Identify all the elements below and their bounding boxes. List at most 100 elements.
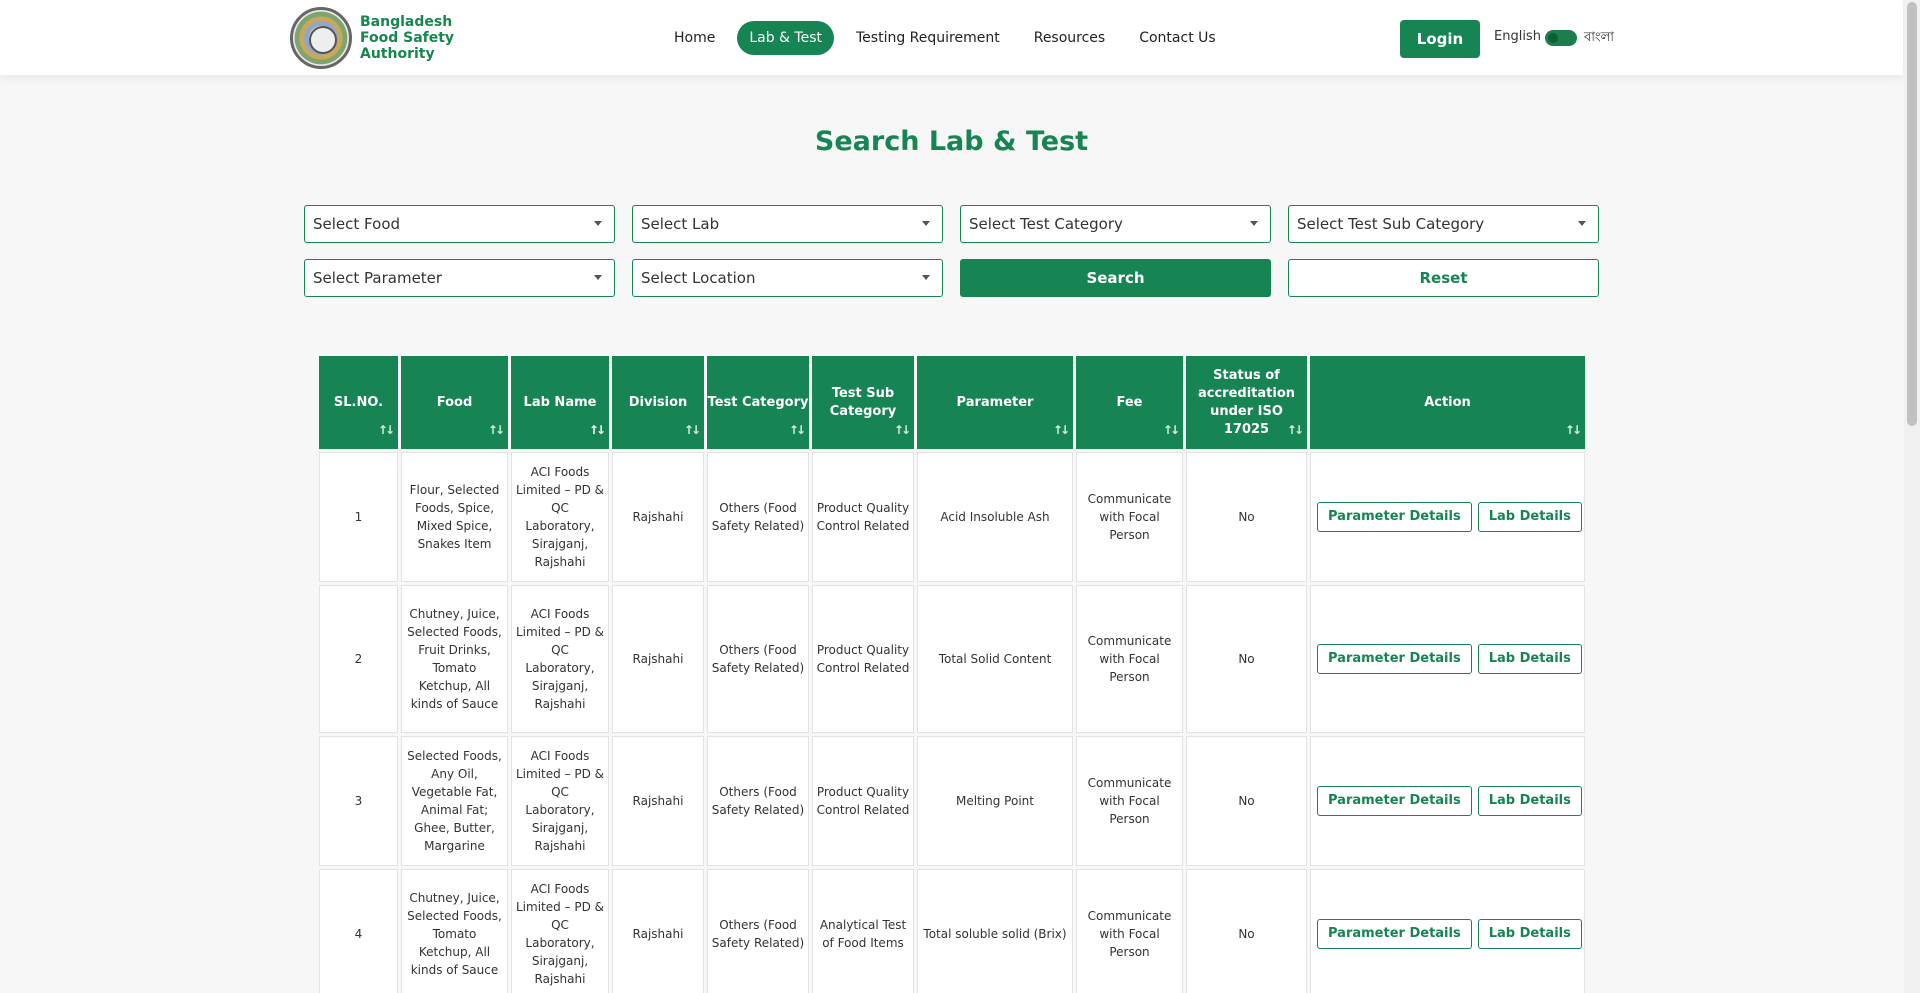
chevron-down-icon <box>1578 221 1586 226</box>
login-button[interactable]: Login <box>1400 20 1480 58</box>
header-division[interactable]: Division ↑↓ <box>612 356 704 449</box>
lab-details-button[interactable]: Lab Details <box>1477 786 1582 816</box>
chevron-down-icon <box>1250 221 1258 226</box>
test-category-select[interactable]: Select Test Category <box>960 205 1271 243</box>
nav-resources[interactable]: Resources <box>1022 21 1118 55</box>
brand-link[interactable]: Bangladesh Food Safety Authority <box>290 7 490 69</box>
cell-fee: Communicate with Focal Person <box>1076 869 1183 993</box>
nav-testing-requirement[interactable]: Testing Requirement <box>844 21 1012 55</box>
parameter-details-button[interactable]: Parameter Details <box>1317 502 1472 532</box>
table-row: 4 Chutney, Juice, Selected Foods, Tomato… <box>319 869 1585 993</box>
header-parameter[interactable]: Parameter ↑↓ <box>917 356 1073 449</box>
cell-lab-name: ACI Foods Limited – PD & QC Laboratory, … <box>511 869 609 993</box>
cell-accreditation-status: No <box>1186 585 1307 733</box>
bfsa-logo <box>290 7 352 69</box>
sort-arrows-icon[interactable]: ↑↓ <box>1565 421 1582 439</box>
header-test-category[interactable]: Test Category ↑↓ <box>707 356 809 449</box>
header-action[interactable]: Action ↑↓ <box>1310 356 1585 449</box>
cell-lab-name: ACI Foods Limited – PD & QC Laboratory, … <box>511 585 609 733</box>
parameter-details-button[interactable]: Parameter Details <box>1317 786 1472 816</box>
cell-action: Parameter Details Lab Details <box>1310 452 1585 582</box>
cell-division: Rajshahi <box>612 869 704 993</box>
header-fee[interactable]: Fee ↑↓ <box>1076 356 1183 449</box>
nav-home[interactable]: Home <box>662 21 727 55</box>
sort-arrows-icon[interactable]: ↑↓ <box>684 421 701 439</box>
cell-action: Parameter Details Lab Details <box>1310 869 1585 993</box>
cell-parameter: Total Solid Content <box>917 585 1073 733</box>
sort-arrows-icon[interactable]: ↑↓ <box>488 421 505 439</box>
main-nav: Home Lab & Test Testing Requirement Reso… <box>662 21 1228 55</box>
sort-arrows-icon[interactable]: ↑↓ <box>894 421 911 439</box>
search-button[interactable]: Search <box>960 259 1271 297</box>
table-row: 2 Chutney, Juice, Selected Foods, Fruit … <box>319 585 1585 733</box>
location-select[interactable]: Select Location <box>632 259 943 297</box>
cell-division: Rajshahi <box>612 452 704 582</box>
nav-contact-us[interactable]: Contact Us <box>1127 21 1227 55</box>
sort-arrows-icon[interactable]: ↑↓ <box>378 421 395 439</box>
cell-accreditation-status: No <box>1186 736 1307 866</box>
cell-lab-name: ACI Foods Limited – PD & QC Laboratory, … <box>511 452 609 582</box>
cell-lab-name: ACI Foods Limited – PD & QC Laboratory, … <box>511 736 609 866</box>
cell-division: Rajshahi <box>612 736 704 866</box>
sort-arrows-icon[interactable]: ↑↓ <box>1053 421 1070 439</box>
lab-test-table-wrapper: SL.NO. ↑↓ Food ↑↓ Lab Name ↑↓ Division ↑↓ Te… <box>316 353 1587 993</box>
lab-select-value: Select Lab <box>641 215 720 233</box>
lab-details-button[interactable]: Lab Details <box>1477 644 1582 674</box>
cell-sl-no: 2 <box>319 585 398 733</box>
header-food[interactable]: Food ↑↓ <box>401 356 508 449</box>
cell-sl-no: 4 <box>319 869 398 993</box>
parameter-select-value: Select Parameter <box>313 269 443 287</box>
chevron-down-icon <box>922 275 930 280</box>
header-accreditation-status[interactable]: Status of accreditation under ISO 17025 ↑… <box>1186 356 1307 449</box>
lab-select[interactable]: Select Lab <box>632 205 943 243</box>
cell-accreditation-status: No <box>1186 452 1307 582</box>
sort-arrows-icon[interactable]: ↑↓ <box>589 421 606 439</box>
cell-food: Selected Foods, Any Oil, Vegetable Fat, … <box>401 736 508 866</box>
test-sub-category-select[interactable]: Select Test Sub Category <box>1288 205 1599 243</box>
test-category-select-value: Select Test Category <box>969 215 1123 233</box>
header-sl-no[interactable]: SL.NO. ↑↓ <box>319 356 398 449</box>
sort-arrows-icon[interactable]: ↑↓ <box>789 421 806 439</box>
language-toggle[interactable] <box>1545 30 1577 46</box>
sort-arrows-icon[interactable]: ↑↓ <box>1287 421 1304 439</box>
header-test-sub-category[interactable]: Test Sub Category ↑↓ <box>812 356 914 449</box>
cell-test-sub-category: Product Quality Control Related <box>812 452 914 582</box>
test-sub-category-select-value: Select Test Sub Category <box>1297 215 1485 233</box>
cell-fee: Communicate with Focal Person <box>1076 736 1183 866</box>
sort-arrows-icon[interactable]: ↑↓ <box>1163 421 1180 439</box>
page-title: Search Lab & Test <box>814 126 1089 157</box>
cell-division: Rajshahi <box>612 585 704 733</box>
location-select-value: Select Location <box>641 269 756 287</box>
chevron-down-icon <box>594 275 602 280</box>
cell-test-category: Others (Food Safety Related) <box>707 736 809 866</box>
lab-test-table: SL.NO. ↑↓ Food ↑↓ Lab Name ↑↓ Division ↑↓ Te… <box>316 353 1587 993</box>
table-header-row: SL.NO. ↑↓ Food ↑↓ Lab Name ↑↓ Division ↑↓ Te… <box>319 356 1585 449</box>
cell-test-category: Others (Food Safety Related) <box>707 869 809 993</box>
cell-parameter: Total soluble solid (Brix) <box>917 869 1073 993</box>
cell-action: Parameter Details Lab Details <box>1310 736 1585 866</box>
parameter-details-button[interactable]: Parameter Details <box>1317 919 1472 949</box>
parameter-select[interactable]: Select Parameter <box>304 259 615 297</box>
chevron-down-icon <box>594 221 602 226</box>
header-lab-name[interactable]: Lab Name ↑↓ <box>511 356 609 449</box>
parameter-details-button[interactable]: Parameter Details <box>1317 644 1472 674</box>
site-header: Bangladesh Food Safety Authority Home La… <box>0 0 1903 75</box>
lab-details-button[interactable]: Lab Details <box>1477 502 1582 532</box>
reset-button[interactable]: Reset <box>1288 259 1599 297</box>
scrollbar-thumb[interactable] <box>1907 2 1917 426</box>
cell-accreditation-status: No <box>1186 869 1307 993</box>
cell-parameter: Melting Point <box>917 736 1073 866</box>
table-row: 3 Selected Foods, Any Oil, Vegetable Fat… <box>319 736 1585 866</box>
nav-lab-test[interactable]: Lab & Test <box>737 21 834 55</box>
page-scrollbar[interactable] <box>1904 0 1920 993</box>
cell-parameter: Acid Insoluble Ash <box>917 452 1073 582</box>
brand-name: Bangladesh Food Safety Authority <box>360 14 455 62</box>
language-english-label: English <box>1494 29 1541 44</box>
lab-details-button[interactable]: Lab Details <box>1477 919 1582 949</box>
cell-action: Parameter Details Lab Details <box>1310 585 1585 733</box>
chevron-down-icon <box>922 221 930 226</box>
language-bangla-label: বাংলা <box>1584 30 1615 45</box>
cell-test-category: Others (Food Safety Related) <box>707 585 809 733</box>
cell-food: Chutney, Juice, Selected Foods, Tomato K… <box>401 869 508 993</box>
food-select[interactable]: Select Food <box>304 205 615 243</box>
